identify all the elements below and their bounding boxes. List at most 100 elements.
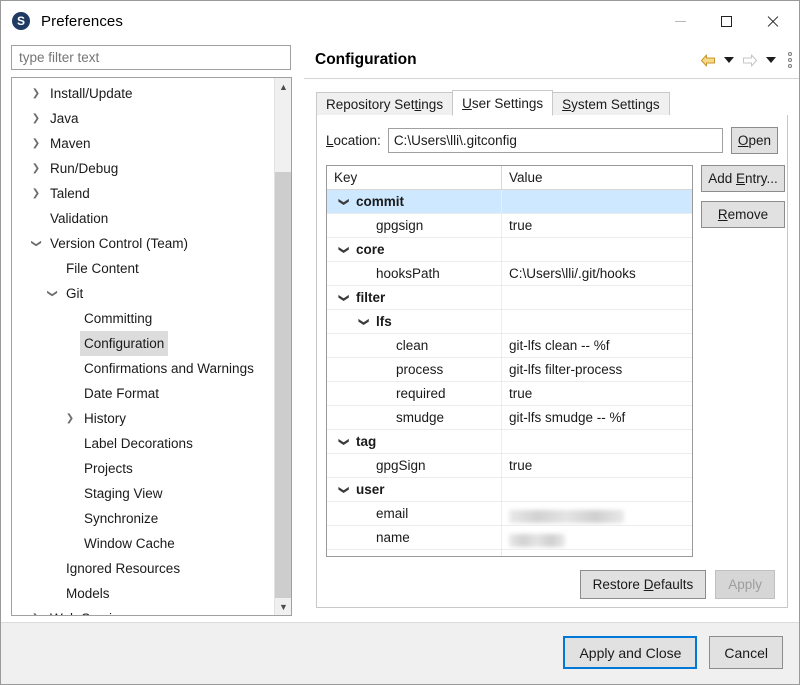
chevron-right-icon[interactable]: ❯ [28,156,44,181]
sidebar-item-version-control-team[interactable]: ❯Version Control (Team) [12,231,274,256]
close-button[interactable] [749,5,795,37]
forward-history-chevron-down-icon[interactable] [766,57,776,63]
arrow-back-icon[interactable] [700,54,716,67]
chevron-down-icon[interactable]: ❯ [331,195,355,209]
table-row[interactable]: gpgSigntrue [327,454,692,478]
user-settings-panel: Location: Open Key Value ❯commitgpgsignt… [316,115,788,608]
table-row[interactable]: ❯user [327,478,692,502]
chevron-down-icon[interactable]: ▼ [275,598,292,615]
cell-key: clean [327,334,502,357]
cell-value [502,430,692,453]
cell-key: name [327,526,502,549]
arrow-forward-icon[interactable] [742,54,758,67]
cancel-button[interactable]: Cancel [709,636,783,669]
table-row[interactable]: signingkeyC39F0D79BD1A40E5 [327,550,692,557]
sidebar-item-label: Maven [46,131,95,156]
table-row[interactable]: name [327,526,692,550]
search-input[interactable] [11,45,291,70]
table-row[interactable]: ❯commit [327,190,692,214]
chevron-right-icon[interactable]: ❯ [28,131,44,156]
cell-key: ❯tag [327,430,502,453]
chevron-down-icon[interactable]: ❯ [331,483,355,497]
chevron-down-icon[interactable]: ❯ [24,236,49,252]
chevron-right-icon[interactable]: ❯ [28,106,44,131]
tab-system-settings[interactable]: System Settings [552,92,670,116]
table-row[interactable]: smudgegit-lfs smudge -- %f [327,406,692,430]
minimize-button[interactable] [657,5,703,37]
table-row[interactable]: ❯tag [327,430,692,454]
sidebar-item-talend[interactable]: ❯Talend [12,181,274,206]
chevron-right-icon[interactable]: ❯ [28,606,44,616]
maximize-button[interactable] [703,5,749,37]
chevron-right-icon[interactable]: ❯ [28,181,44,206]
table-row[interactable]: hooksPathC:\Users\lli/.git/hooks [327,262,692,286]
sidebar-item-staging-view[interactable]: Staging View [12,481,274,506]
tab-repository-settings[interactable]: Repository Settings [316,92,453,116]
sidebar-item-java[interactable]: ❯Java [12,106,274,131]
chevron-down-icon[interactable]: ❯ [331,435,355,449]
sidebar-item-validation[interactable]: Validation [12,206,274,231]
table-row[interactable]: ❯filter [327,286,692,310]
sidebar-item-confirmations-and-warnings[interactable]: Confirmations and Warnings [12,356,274,381]
dialog-footer: Apply and Close Cancel [1,622,799,684]
sidebar-item-history[interactable]: ❯History [12,406,274,431]
cell-key-text: lfs [376,314,392,329]
sidebar-item-web-services[interactable]: ❯Web Services [12,606,274,616]
sidebar-item-committing[interactable]: Committing [12,306,274,331]
sidebar-item-configuration[interactable]: Configuration [12,331,274,356]
add-entry-button[interactable]: Add Entry... [701,165,785,192]
table-row[interactable]: cleangit-lfs clean -- %f [327,334,692,358]
table-row[interactable]: email [327,502,692,526]
remove-button[interactable]: Remove [701,201,785,228]
table-row[interactable]: requiredtrue [327,382,692,406]
apply-and-close-button[interactable]: Apply and Close [563,636,697,669]
sidebar-item-date-format[interactable]: Date Format [12,381,274,406]
cell-key: gpgsign [327,214,502,237]
chevron-right-icon[interactable]: ❯ [62,406,78,431]
tab-label: Repository Settings [326,97,443,112]
table-row[interactable]: gpgsigntrue [327,214,692,238]
chevron-down-icon[interactable]: ❯ [331,243,355,257]
tree-scrollbar[interactable]: ▲ ▼ [274,78,291,615]
chevron-up-icon[interactable]: ▲ [275,78,292,95]
location-input[interactable] [388,128,723,153]
cell-key-text: clean [396,338,428,353]
cell-value [502,526,692,549]
window-controls [657,5,795,37]
kebab-menu-icon[interactable] [788,52,792,68]
sidebar-item-label-decorations[interactable]: Label Decorations [12,431,274,456]
table-row[interactable]: ❯core [327,238,692,262]
sidebar-item-synchronize[interactable]: Synchronize [12,506,274,531]
cell-key: ❯lfs [327,310,502,333]
restore-defaults-button[interactable]: Restore Defaults [580,570,707,599]
page-action-buttons: Restore DefaultsApply [580,570,775,599]
sidebar-item-maven[interactable]: ❯Maven [12,131,274,156]
sidebar-item-run-debug[interactable]: ❯Run/Debug [12,156,274,181]
cell-value: true [502,382,692,405]
tab-user-settings[interactable]: User Settings [452,90,553,116]
cell-key-text: core [356,242,385,257]
back-history-chevron-down-icon[interactable] [724,57,734,63]
cell-key-text: gpgSign [376,458,426,473]
chevron-down-icon[interactable]: ❯ [351,315,375,329]
sidebar-item-label: Java [46,106,83,131]
config-table[interactable]: Key Value ❯commitgpgsigntrue❯corehooksPa… [326,165,693,557]
sidebar-item-label: Web Services [46,606,137,616]
sidebar-item-install-update[interactable]: ❯Install/Update [12,81,274,106]
chevron-down-icon[interactable]: ❯ [331,291,355,305]
sidebar-item-projects[interactable]: Projects [12,456,274,481]
chevron-down-icon[interactable]: ❯ [40,286,65,302]
sidebar-item-window-cache[interactable]: Window Cache [12,531,274,556]
sidebar-item-file-content[interactable]: File Content [12,256,274,281]
scrollbar-thumb[interactable] [275,172,292,598]
chevron-right-icon[interactable]: ❯ [28,81,44,106]
sidebar-item-ignored-resources[interactable]: Ignored Resources [12,556,274,581]
table-row[interactable]: processgit-lfs filter-process [327,358,692,382]
open-button[interactable]: Open [731,127,778,154]
table-row[interactable]: ❯lfs [327,310,692,334]
cell-value-text: C:\Users\lli/.git/hooks [509,266,636,281]
cell-value: true [502,214,692,237]
sidebar-item-models[interactable]: Models [12,581,274,606]
sidebar-item-git[interactable]: ❯Git [12,281,274,306]
settings-tabs: Repository Settings User SettingsSystem S… [316,90,800,116]
